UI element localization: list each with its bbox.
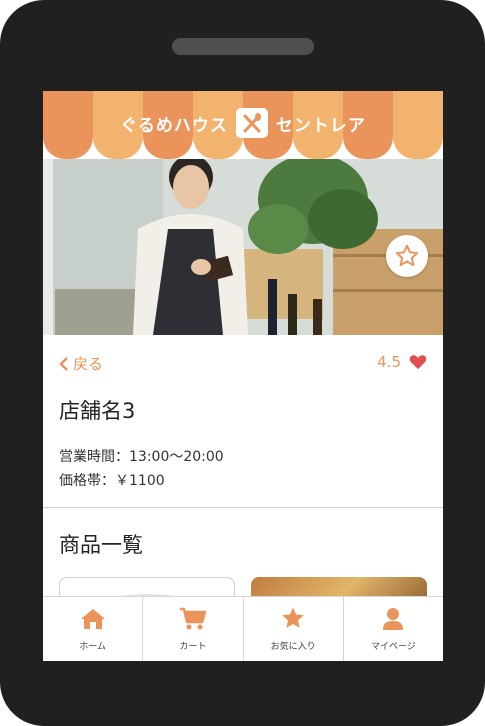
star-outline-icon bbox=[395, 244, 419, 267]
tab-cart[interactable]: カート bbox=[143, 597, 244, 661]
tab-home[interactable]: ホーム bbox=[43, 597, 144, 661]
tab-mypage[interactable]: マイページ bbox=[344, 597, 443, 661]
rating-value: 4.5 bbox=[377, 353, 401, 371]
shop-name: 店舗名3 bbox=[59, 399, 136, 423]
divider bbox=[43, 507, 443, 508]
chevron-left-icon bbox=[59, 356, 68, 371]
back-label: 戻る bbox=[73, 355, 104, 373]
home-icon bbox=[80, 608, 105, 629]
back-button[interactable]: 戻る bbox=[59, 353, 103, 374]
shop-price-range: 価格帯：￥1100 bbox=[59, 473, 165, 489]
brand-name-left: ぐるめハウス bbox=[120, 115, 228, 136]
app-screen: ぐるめハウス セントレア 戻る 4.5 店舗名3 営業時間：13:00〜20:0… bbox=[43, 91, 443, 661]
fork-knife-icon bbox=[235, 108, 268, 138]
phone-frame: ぐるめハウス セントレア 戻る 4.5 店舗名3 営業時間：13:00〜20:0… bbox=[0, 0, 485, 726]
shop-hours: 営業時間：13:00〜20:00 bbox=[59, 449, 224, 465]
tab-label: ホーム bbox=[79, 641, 106, 652]
shop-rating: 4.5 bbox=[377, 353, 427, 371]
brand-name-right: セントレア bbox=[275, 115, 366, 136]
products-title: 商品一覧 bbox=[59, 533, 143, 557]
shop-hero-image bbox=[43, 159, 443, 335]
cart-icon bbox=[179, 607, 207, 629]
shop-info: 営業時間：13:00〜20:00 価格帯：￥1100 bbox=[59, 445, 224, 493]
heart-icon bbox=[409, 355, 427, 370]
star-icon bbox=[282, 607, 304, 628]
favorite-toggle[interactable] bbox=[386, 235, 428, 277]
bottom-tab-bar: ホーム カート お気に入り マイページ bbox=[43, 596, 443, 661]
tab-label: マイページ bbox=[370, 641, 416, 652]
tab-label: お気に入り bbox=[270, 642, 316, 652]
user-icon bbox=[383, 607, 404, 630]
tab-label: カート bbox=[179, 641, 207, 652]
app-logo[interactable]: ぐるめハウス セントレア bbox=[43, 91, 443, 155]
tab-favorites[interactable]: お気に入り bbox=[244, 597, 344, 661]
phone-speaker bbox=[172, 38, 314, 55]
